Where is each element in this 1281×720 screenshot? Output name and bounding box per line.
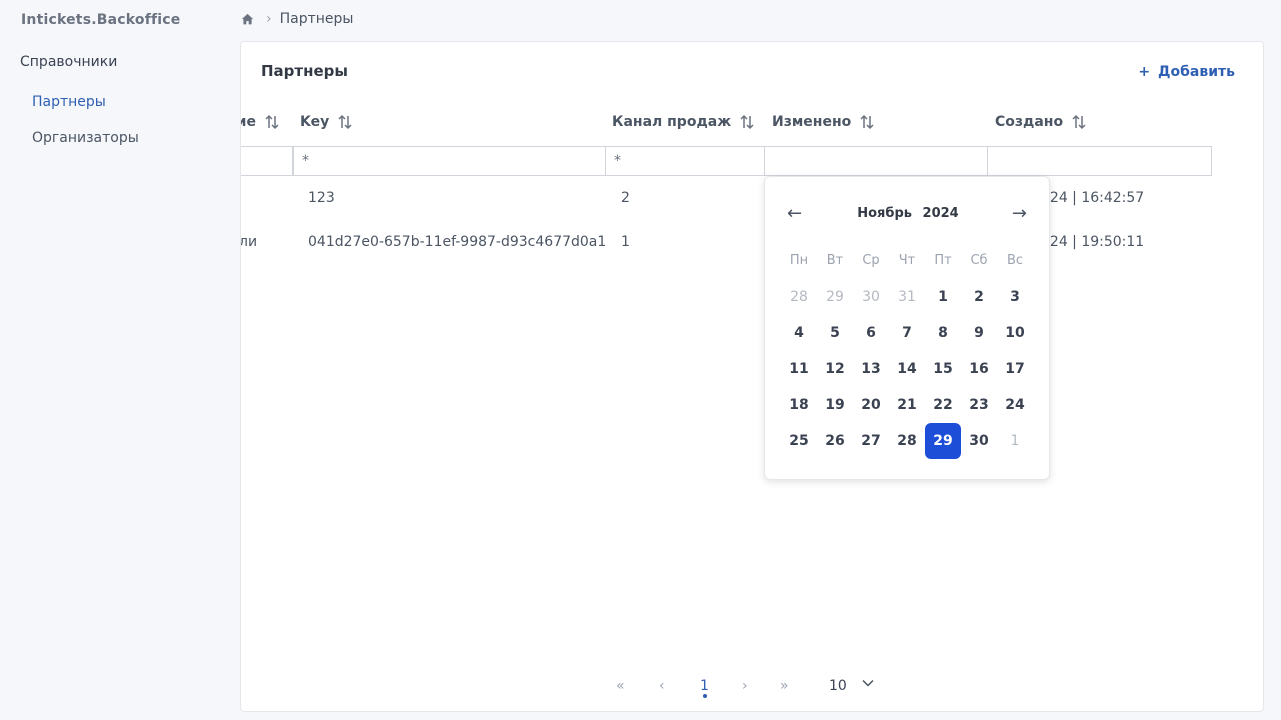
calendar-day[interactable]: 11 [781,351,817,387]
weekday-label: Пт [934,253,952,268]
chevron-down-icon[interactable] [861,676,875,694]
filter-created-input[interactable] [987,146,1212,176]
calendar-day[interactable]: 3 [997,279,1033,315]
calendar-header: Ноябрь 2024 [765,206,1051,221]
page-size-select[interactable]: 10 [829,678,847,694]
page-title: Партнеры [261,62,348,80]
partners-panel: Партнеры + Добавить ние Key Канал продаж… [240,41,1264,712]
calendar-day[interactable]: 21 [889,387,925,423]
sidebar-item-organizers[interactable]: Организаторы [32,130,139,146]
filter-name-input[interactable] [241,146,293,176]
column-header-key-label: Key [300,114,330,130]
column-header-name-label: ние [241,114,256,130]
calendar-day[interactable]: 19 [817,387,853,423]
cell-channel: 1 [621,234,630,250]
calendar-day[interactable]: 13 [853,351,889,387]
calendar-day[interactable]: 25 [781,423,817,459]
calendar-day[interactable]: 27 [853,423,889,459]
date-picker-popup: ← Ноябрь 2024 → Пн Вт Ср Чт Пт Сб Вс 28 … [764,176,1050,480]
calendar-grid: Пн Вт Ср Чт Пт Сб Вс 28 29 30 31 1 2 3 4… [781,243,1033,459]
column-header-created[interactable]: Создано [995,114,1087,130]
calendar-day[interactable]: 6 [853,315,889,351]
calendar-day[interactable]: 12 [817,351,853,387]
add-button[interactable]: + Добавить [1138,64,1235,80]
calendar-day[interactable]: 30 [961,423,997,459]
app-logo: Intickets.Backoffice [21,12,181,28]
calendar-day[interactable]: 29 [817,279,853,315]
weekday-label: Вс [1006,253,1024,268]
sidebar-item-partners[interactable]: Партнеры [32,94,106,110]
home-icon[interactable] [241,13,254,26]
calendar-month[interactable]: Ноябрь [857,206,912,221]
cell-created: 024 | 19:50:11 [1041,234,1145,250]
calendar-day[interactable]: 20 [853,387,889,423]
next-page-button[interactable]: › [742,678,748,694]
calendar-day[interactable]: 28 [889,423,925,459]
calendar-day[interactable]: 28 [781,279,817,315]
sort-icon [338,114,352,130]
column-header-channel[interactable]: Канал продаж [612,114,755,130]
calendar-day[interactable]: 1 [925,279,961,315]
weekday-label: Вт [826,253,844,268]
calendar-day[interactable]: 8 [925,315,961,351]
sort-icon [265,114,279,130]
calendar-year[interactable]: 2024 [923,206,959,221]
calendar-day[interactable]: 15 [925,351,961,387]
column-header-key[interactable]: Key [300,114,353,130]
calendar-day[interactable]: 10 [997,315,1033,351]
sort-icon [860,114,874,130]
page-1-button[interactable]: 1 [700,678,709,694]
window-edge [1264,0,1281,720]
cell-key: 041d27e0-657b-11ef-9987-d93c4677d0a1 [308,234,607,250]
cell-channel: 2 [621,190,630,206]
calendar-day[interactable]: 22 [925,387,961,423]
sidebar-section-title: Справочники [20,54,118,70]
calendar-day[interactable]: 26 [817,423,853,459]
weekday-label: Пн [789,253,809,268]
filter-modified-input[interactable] [764,146,988,176]
cell-name: ли [240,234,258,250]
add-button-label: Добавить [1158,64,1235,80]
weekday-label: Ср [862,253,880,268]
breadcrumb-current: Партнеры [279,11,354,27]
column-header-modified[interactable]: Изменено [772,114,875,130]
calendar-day[interactable]: 9 [961,315,997,351]
next-month-button[interactable]: → [1012,205,1027,223]
weekday-label: Чт [898,253,916,268]
column-header-name[interactable]: ние [241,114,280,130]
calendar-day[interactable]: 17 [997,351,1033,387]
calendar-day[interactable]: 24 [997,387,1033,423]
sidebar: Intickets.Backoffice Справочники Партнер… [0,0,230,720]
cell-key: 123 [308,190,335,206]
chevron-right-icon: › [266,11,272,27]
sort-icon [1072,114,1086,130]
cell-created: 024 | 16:42:57 [1041,190,1145,206]
column-header-channel-label: Канал продаж [612,114,732,130]
calendar-day[interactable]: 16 [961,351,997,387]
column-header-modified-label: Изменено [772,114,852,130]
first-page-button[interactable]: « [616,678,625,694]
calendar-day[interactable]: 18 [781,387,817,423]
pagination: « ‹ 1 › » 10 [241,672,1263,702]
calendar-day[interactable]: 7 [889,315,925,351]
calendar-day[interactable]: 1 [997,423,1033,459]
current-page-indicator [703,694,707,698]
filter-channel-input[interactable] [605,146,765,176]
last-page-button[interactable]: » [780,678,789,694]
calendar-day[interactable]: 23 [961,387,997,423]
calendar-day[interactable]: 31 [889,279,925,315]
weekday-label: Сб [970,253,988,268]
calendar-day-selected[interactable]: 29 [925,423,961,459]
sort-icon [740,114,754,130]
calendar-day[interactable]: 14 [889,351,925,387]
calendar-day[interactable]: 5 [817,315,853,351]
prev-page-button[interactable]: ‹ [659,678,665,694]
calendar-day[interactable]: 2 [961,279,997,315]
calendar-day[interactable]: 30 [853,279,889,315]
calendar-day[interactable]: 4 [781,315,817,351]
breadcrumb: › Партнеры [240,11,353,27]
filter-key-input[interactable] [293,146,606,176]
column-header-created-label: Создано [995,114,1064,130]
plus-icon: + [1138,64,1151,80]
